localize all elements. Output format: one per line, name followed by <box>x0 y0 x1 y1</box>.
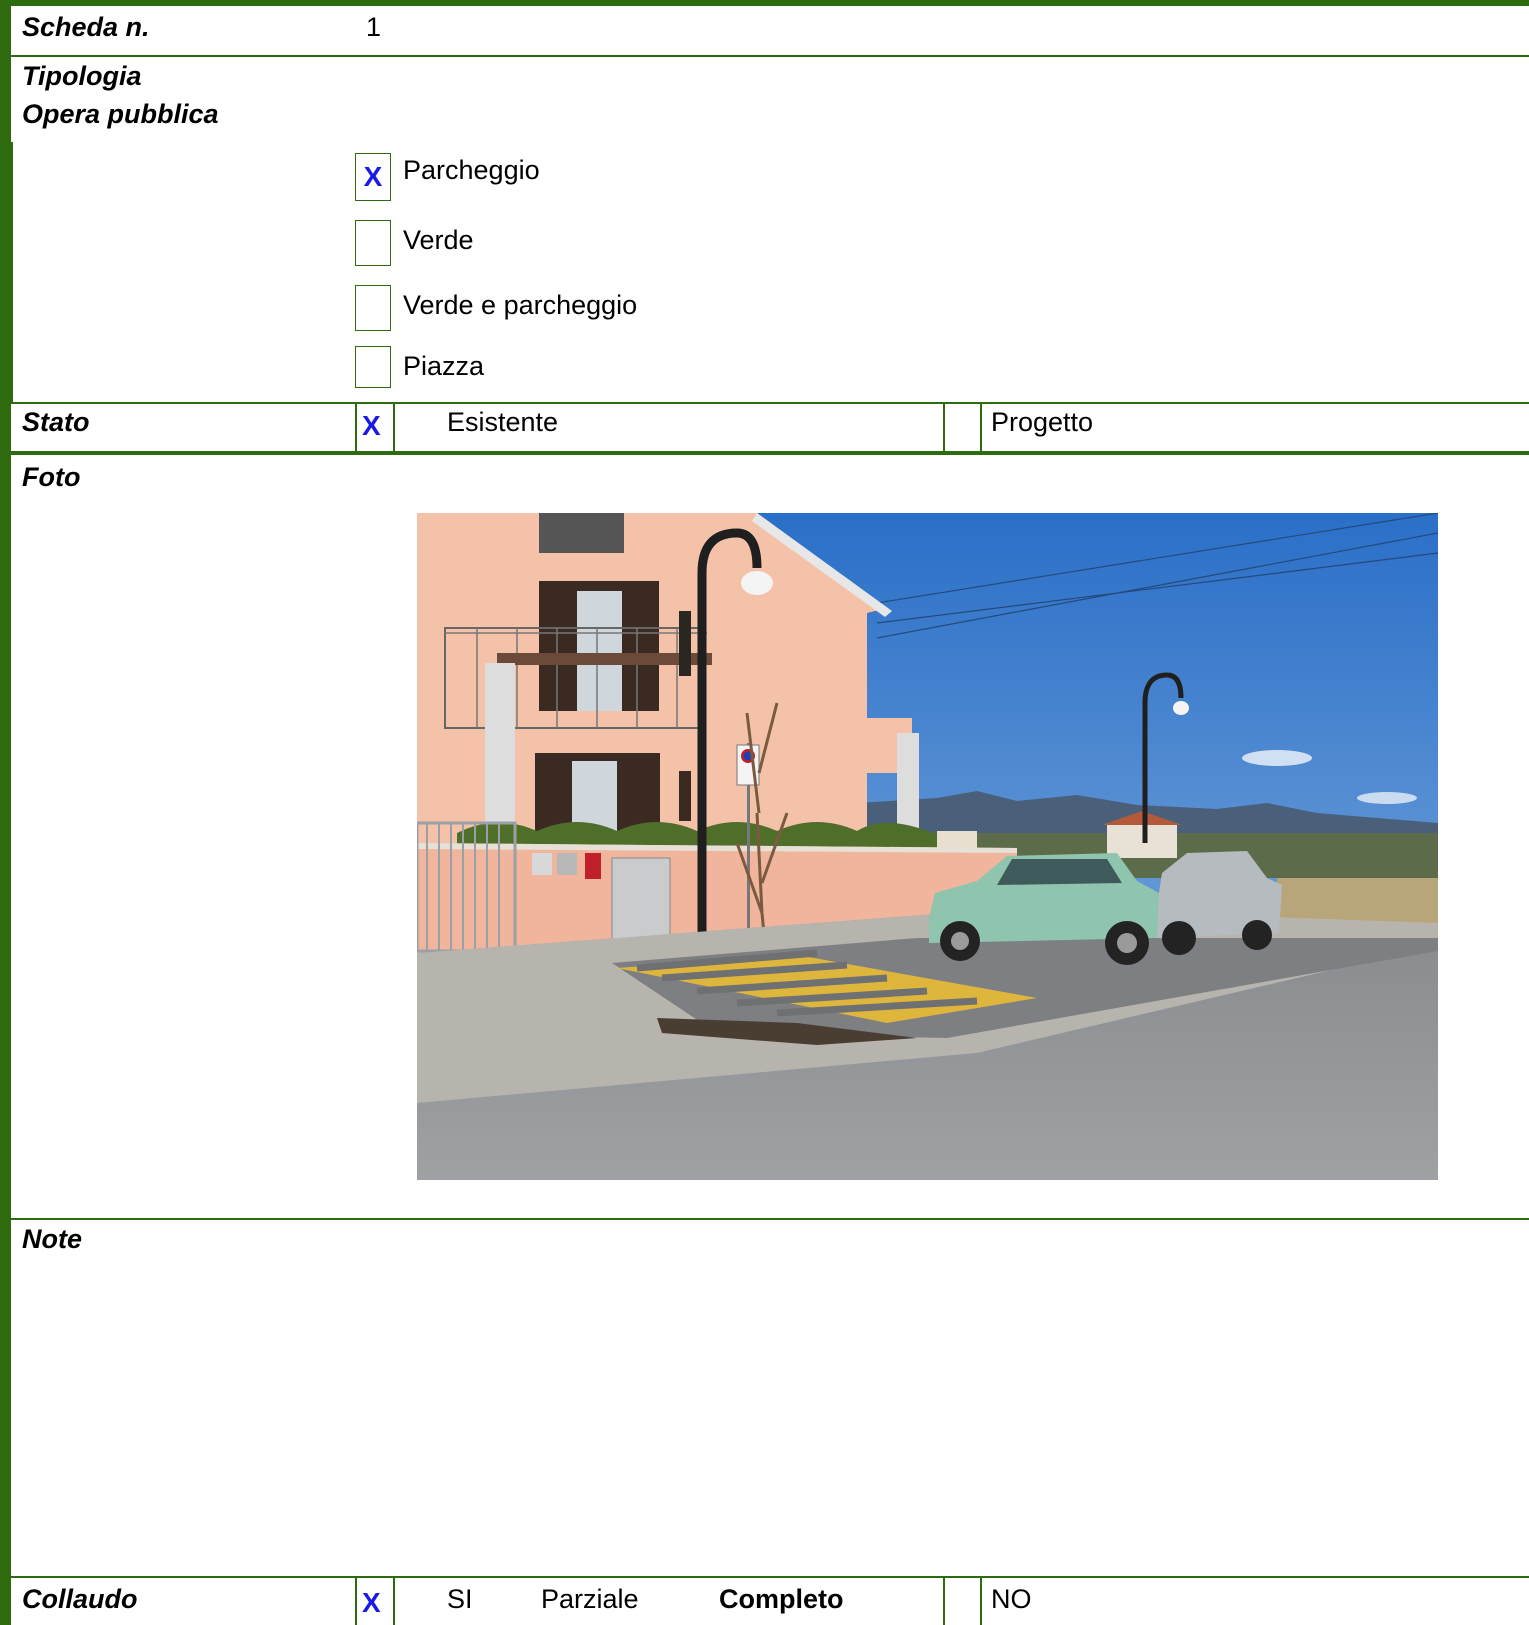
scheda-label: Scheda n. <box>22 12 150 42</box>
collaudo-col-divider-4 <box>980 1578 982 1625</box>
tipologia-label: Tipologia <box>22 61 142 91</box>
stato-progetto-label: Progetto <box>991 407 1094 437</box>
divider-tipologia-left <box>11 142 13 402</box>
stato-col-divider-4 <box>980 402 982 451</box>
checkbox-verde[interactable] <box>355 220 391 266</box>
checkbox-verde-parcheggio[interactable] <box>355 285 391 331</box>
divider-foto <box>11 1218 1529 1220</box>
option-parcheggio-label: Parcheggio <box>403 155 540 185</box>
parking-photo <box>417 513 1438 1180</box>
stato-label: Stato <box>22 407 90 437</box>
collaudo-si-mark[interactable]: X <box>362 1587 381 1619</box>
stato-esistente-mark[interactable]: X <box>362 410 381 442</box>
checkbox-parcheggio[interactable]: X <box>355 153 391 201</box>
scheda-number: 1 <box>366 12 382 42</box>
left-border <box>0 0 11 1625</box>
collaudo-si-label: SI <box>447 1584 473 1614</box>
opera-pubblica-label: Opera pubblica <box>22 99 219 129</box>
collaudo-no-mark[interactable] <box>948 1587 978 1621</box>
note-text[interactable] <box>366 1224 1506 1564</box>
top-border <box>0 0 1529 6</box>
stato-col-divider-1 <box>355 402 357 451</box>
stato-col-divider-2 <box>393 402 395 451</box>
stato-progetto-mark[interactable] <box>948 410 978 444</box>
collaudo-no-label: NO <box>991 1584 1032 1614</box>
divider-scheda <box>11 55 1529 57</box>
option-verde-parcheggio-label: Verde e parcheggio <box>403 290 638 320</box>
collaudo-label: Collaudo <box>22 1584 138 1614</box>
stato-esistente-label: Esistente <box>447 407 559 437</box>
collaudo-col-divider-2 <box>393 1578 395 1625</box>
divider-note <box>11 1576 1529 1578</box>
collaudo-parziale-label: Parziale <box>541 1584 639 1614</box>
option-verde-label: Verde <box>403 225 474 255</box>
collaudo-col-divider-1 <box>355 1578 357 1625</box>
collaudo-col-divider-3 <box>943 1578 945 1625</box>
foto-label: Foto <box>22 462 81 492</box>
option-piazza-label: Piazza <box>403 351 485 381</box>
checkbox-piazza[interactable] <box>355 346 391 388</box>
collaudo-completo-label: Completo <box>719 1584 844 1614</box>
divider-tipologia <box>11 402 1529 404</box>
note-label: Note <box>22 1224 82 1254</box>
divider-stato <box>11 451 1529 455</box>
stato-col-divider-3 <box>943 402 945 451</box>
